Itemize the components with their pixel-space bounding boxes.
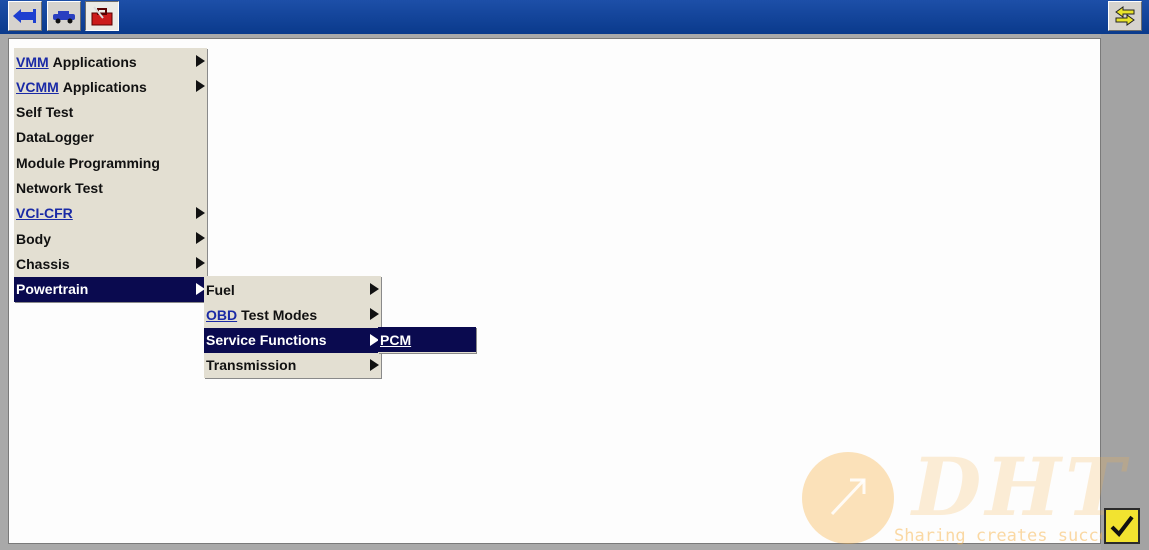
toolbox-icon (91, 6, 113, 26)
service-functions-submenu: PCM (378, 327, 476, 353)
watermark-logo (802, 452, 894, 544)
main-menu-item-self-test[interactable]: Self Test (14, 100, 207, 125)
menu-item-label: Fuel (206, 281, 235, 298)
main-menu-item-body[interactable]: Body (14, 226, 207, 251)
menu-item-label: Self Test (16, 104, 74, 121)
menu-item-label: Transmission (206, 357, 297, 374)
menu-item-label: Test Modes (241, 306, 318, 323)
menu-item-link[interactable]: VMM (16, 54, 49, 70)
submenu-arrow-icon (196, 232, 205, 245)
menu-item-link[interactable]: VCI-CFR (16, 205, 73, 221)
main-menu: VMM Applications VCMM Applications Self Test… (14, 48, 207, 302)
watermark-brand: DHT (912, 440, 1129, 534)
powertrain-submenu: Fuel OBD Test Modes Service Functions Transm… (204, 276, 381, 378)
watermark-tagline: Sharing creates success (894, 526, 1102, 546)
vehicle-icon (53, 11, 75, 24)
submenu-arrow-icon (370, 308, 379, 321)
main-menu-item-network-test[interactable]: Network Test (14, 176, 207, 201)
submenu-arrow-icon (196, 55, 205, 67)
menu-item-label: Body (16, 230, 51, 247)
arrow-icon (830, 478, 866, 516)
toolbox-button[interactable] (85, 1, 119, 31)
menu-item-link[interactable]: OBD (206, 307, 237, 323)
powertrain-menu-item-fuel[interactable]: Fuel (204, 277, 381, 302)
vehicle-button[interactable] (47, 1, 81, 31)
main-menu-item-vci-cfr[interactable]: VCI-CFR (14, 201, 207, 226)
menu-item-label: DataLogger (16, 129, 94, 146)
main-menu-item-chassis[interactable]: Chassis (14, 251, 207, 276)
powertrain-menu-item-service-functions[interactable]: Service Functions (204, 327, 381, 353)
connector-icon (13, 9, 36, 23)
main-menu-item-vmm-applications[interactable]: VMM Applications (14, 49, 207, 74)
menu-item-label: Applications (62, 78, 147, 95)
top-toolbar (0, 0, 1149, 34)
menu-item-label: Chassis (16, 255, 70, 272)
submenu-arrow-icon (196, 80, 205, 93)
connector-button[interactable] (8, 1, 42, 31)
menu-item-label: Network Test (16, 180, 103, 196)
swap-button[interactable] (1108, 1, 1142, 31)
main-menu-item-datalogger[interactable]: DataLogger (14, 125, 207, 150)
powertrain-menu-item-transmission[interactable]: Transmission (204, 353, 381, 378)
menu-item-label: Applications (52, 53, 137, 70)
service-menu-item-pcm[interactable]: PCM (378, 327, 476, 352)
confirm-button[interactable] (1104, 508, 1140, 544)
swap-arrows-icon (1115, 6, 1135, 26)
menu-item-label: Service Functions (206, 332, 327, 349)
submenu-arrow-icon (370, 358, 379, 371)
powertrain-menu-item-obd-test-modes[interactable]: OBD Test Modes (204, 302, 381, 327)
menu-item-link[interactable]: VCMM (16, 79, 59, 95)
main-menu-item-powertrain[interactable]: Powertrain (14, 276, 207, 302)
main-menu-item-vcmm-applications[interactable]: VCMM Applications (14, 74, 207, 99)
submenu-arrow-icon (196, 206, 205, 219)
menu-item-label: Module Programming (16, 154, 160, 171)
checkmark-icon (1110, 515, 1134, 538)
menu-item-label: Powertrain (16, 281, 89, 298)
submenu-arrow-icon (370, 283, 379, 295)
main-menu-item-module-programming[interactable]: Module Programming (14, 150, 207, 175)
menu-item-link[interactable]: PCM (380, 332, 411, 348)
submenu-arrow-icon (196, 257, 205, 270)
